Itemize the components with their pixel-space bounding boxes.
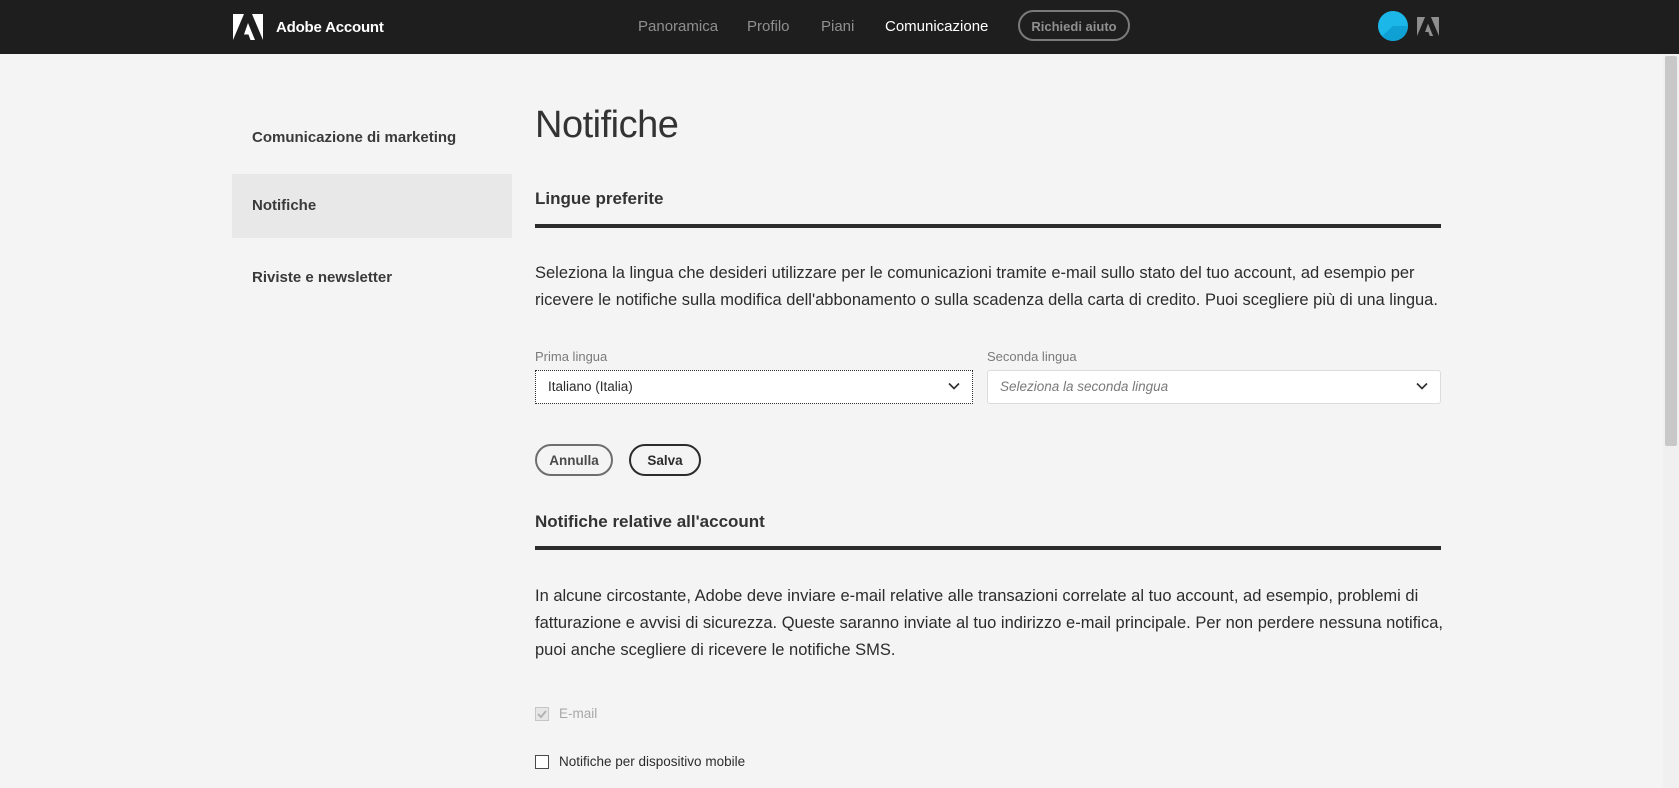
mobile-notifications-checkbox[interactable] — [535, 754, 549, 769]
nav-profilo[interactable]: Profilo — [747, 0, 790, 54]
nav-piani[interactable]: Piani — [821, 0, 854, 54]
languages-description: Seleziona la lingua che desideri utilizz… — [535, 264, 1438, 309]
account-notifications-description: In alcune circostante, Adobe deve inviar… — [535, 587, 1443, 659]
section-divider — [535, 546, 1441, 550]
brand[interactable]: Adobe Account — [233, 13, 384, 41]
adobe-apps-icon[interactable] — [1417, 17, 1439, 36]
nav-comunicazione[interactable]: Comunicazione — [885, 0, 988, 54]
first-language-select[interactable]: Italiano (Italia) — [535, 370, 973, 404]
sidebar-item-riviste[interactable]: Riviste e newsletter — [232, 246, 512, 310]
cancel-button[interactable]: Annulla — [535, 444, 613, 476]
top-bar: Adobe Account Panoramica Profilo Piani C… — [0, 0, 1679, 54]
nav-panoramica[interactable]: Panoramica — [638, 0, 718, 54]
section-divider — [535, 224, 1441, 228]
save-button[interactable]: Salva — [629, 444, 701, 476]
chevron-down-icon — [1416, 382, 1428, 390]
sidebar-item-marketing[interactable]: Comunicazione di marketing — [232, 106, 512, 170]
first-language-value: Italiano (Italia) — [548, 379, 633, 394]
second-language-placeholder: Seleziona la seconda lingua — [1000, 379, 1169, 394]
email-label: E-mail — [559, 706, 598, 721]
sidebar-item-notifiche[interactable]: Notifiche — [232, 174, 512, 238]
avatar[interactable] — [1378, 11, 1408, 41]
checkmark-icon — [537, 709, 547, 718]
second-language-select[interactable]: Seleziona la seconda lingua — [987, 370, 1441, 404]
adobe-logo-icon — [233, 14, 263, 40]
mobile-notifications-label: Notifiche per dispositivo mobile — [559, 754, 746, 769]
help-button[interactable]: Richiedi aiuto — [1018, 10, 1130, 41]
mobile-option: Notifiche per dispositivo mobile — [535, 754, 745, 769]
section-title-languages: Lingue preferite — [535, 189, 664, 208]
second-language-label: Seconda lingua — [987, 349, 1077, 364]
first-language-label: Prima lingua — [535, 349, 608, 364]
chevron-down-icon — [948, 382, 960, 390]
scrollbar-thumb[interactable] — [1665, 56, 1677, 446]
section-title-account-notifications: Notifiche relative all'account — [535, 512, 765, 531]
brand-name: Adobe Account — [276, 18, 384, 36]
email-option: E-mail — [535, 706, 597, 721]
page-title: Notifiche — [535, 104, 679, 146]
email-checkbox[interactable] — [535, 706, 549, 721]
